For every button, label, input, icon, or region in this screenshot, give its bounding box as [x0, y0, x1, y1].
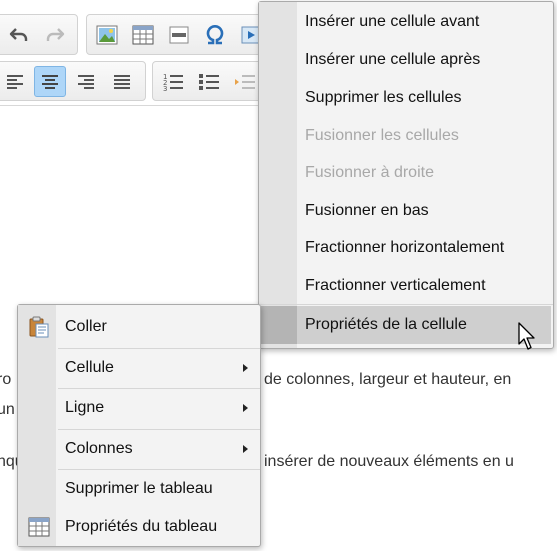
omega-icon — [206, 24, 224, 44]
horizontal-line-button[interactable] — [163, 19, 195, 50]
menu-item-label: Cellule — [65, 359, 114, 376]
merge-down-item[interactable]: Fusionner en bas — [259, 194, 553, 228]
menu-separator — [259, 304, 553, 305]
doc-text-line-2-left: un — [0, 401, 15, 418]
insert-cell-after-item[interactable]: Insérer une cellule après — [259, 43, 553, 77]
paste-item[interactable]: Coller — [18, 310, 260, 344]
align-justify-icon — [114, 74, 130, 89]
cell-properties-item[interactable]: Propriétés de la cellule — [261, 306, 551, 344]
bulleted-list-button[interactable] — [193, 66, 225, 97]
redo-icon — [46, 27, 65, 41]
numbered-list-icon: 123 — [163, 73, 183, 92]
row-item[interactable]: Ligne — [18, 391, 260, 425]
cell-item[interactable]: Cellule — [18, 351, 260, 385]
special-char-button[interactable] — [199, 19, 231, 50]
numbered-list-button[interactable]: 123 — [157, 66, 189, 97]
toolbar-divider — [0, 105, 270, 106]
submenu-arrow-icon — [243, 404, 248, 412]
split-horizontally-item[interactable]: Fractionner horizontalement — [259, 231, 553, 265]
doc-text-line-1-left: ro — [0, 371, 12, 388]
paste-icon — [29, 316, 49, 338]
alignment-group — [0, 61, 146, 101]
menu-item-label: Colonnes — [65, 440, 133, 457]
undo-icon — [9, 27, 28, 41]
merge-right-item: Fusionner à droite — [259, 156, 553, 190]
delete-cells-item[interactable]: Supprimer les cellules — [259, 81, 553, 115]
insert-group — [86, 14, 276, 55]
merge-cells-item: Fusionner les cellules — [259, 119, 553, 153]
menu-item-label: Propriétés de la cellule — [305, 316, 467, 333]
image-icon — [96, 25, 118, 44]
table-icon — [132, 25, 154, 44]
insert-image-button[interactable] — [91, 19, 123, 50]
menu-item-label: Fusionner en bas — [305, 202, 429, 219]
menu-item-label: Coller — [65, 318, 107, 335]
cell-submenu: Insérer une cellule avant Insérer une ce… — [258, 1, 554, 349]
indent-icon — [235, 74, 255, 89]
menu-separator — [58, 388, 260, 389]
toolbar-row-1 — [0, 14, 276, 55]
redo-button[interactable] — [39, 19, 71, 50]
svg-text:3: 3 — [163, 85, 167, 92]
menu-item-label: Fractionner horizontalement — [305, 239, 505, 256]
menu-item-label: Supprimer les cellules — [305, 89, 462, 106]
history-group — [0, 14, 78, 55]
bulleted-list-icon — [199, 73, 219, 90]
delete-table-item[interactable]: Supprimer le tableau — [18, 472, 260, 506]
menu-item-label: Insérer une cellule avant — [305, 13, 480, 30]
table-properties-icon — [28, 517, 50, 537]
menu-separator — [58, 348, 260, 349]
mouse-cursor-icon — [518, 322, 535, 350]
menu-item-label: Fusionner les cellules — [305, 127, 459, 144]
table-context-menu: Coller Cellule Ligne Colonnes Supprimer … — [17, 304, 261, 547]
align-left-icon — [7, 74, 23, 89]
submenu-arrow-icon — [243, 364, 248, 372]
align-center-button[interactable] — [34, 66, 66, 97]
menu-item-label: Ligne — [65, 399, 105, 416]
doc-text-line-3-right: insérer de nouveaux éléments en u — [264, 453, 514, 470]
insert-table-button[interactable] — [127, 19, 159, 50]
menu-item-label: Fractionner verticalement — [305, 277, 486, 294]
table-properties-item[interactable]: Propriétés du tableau — [18, 510, 260, 544]
submenu-arrow-icon — [243, 445, 248, 453]
align-right-icon — [78, 74, 94, 89]
undo-button[interactable] — [3, 19, 35, 50]
menu-item-label: Insérer une cellule après — [305, 51, 481, 68]
split-vertically-item[interactable]: Fractionner verticalement — [259, 269, 553, 303]
align-center-icon — [42, 74, 58, 89]
align-right-button[interactable] — [70, 66, 102, 97]
doc-text-line-1-right: de colonnes, largeur et hauteur, en — [264, 371, 512, 388]
indent-button[interactable] — [229, 66, 261, 97]
align-left-button[interactable] — [0, 66, 31, 97]
align-justify-button[interactable] — [106, 66, 138, 97]
menu-separator — [58, 429, 260, 430]
menu-separator — [58, 469, 260, 470]
columns-item[interactable]: Colonnes — [18, 432, 260, 466]
menu-item-label: Fusionner à droite — [305, 164, 434, 181]
toolbar-row-2: 123 — [0, 61, 276, 101]
horizontal-line-icon — [169, 26, 189, 43]
menu-item-label: Propriétés du tableau — [65, 518, 218, 535]
menu-item-label: Supprimer le tableau — [65, 480, 213, 497]
hover-gutter — [261, 306, 297, 344]
insert-cell-before-item[interactable]: Insérer une cellule avant — [259, 5, 553, 39]
